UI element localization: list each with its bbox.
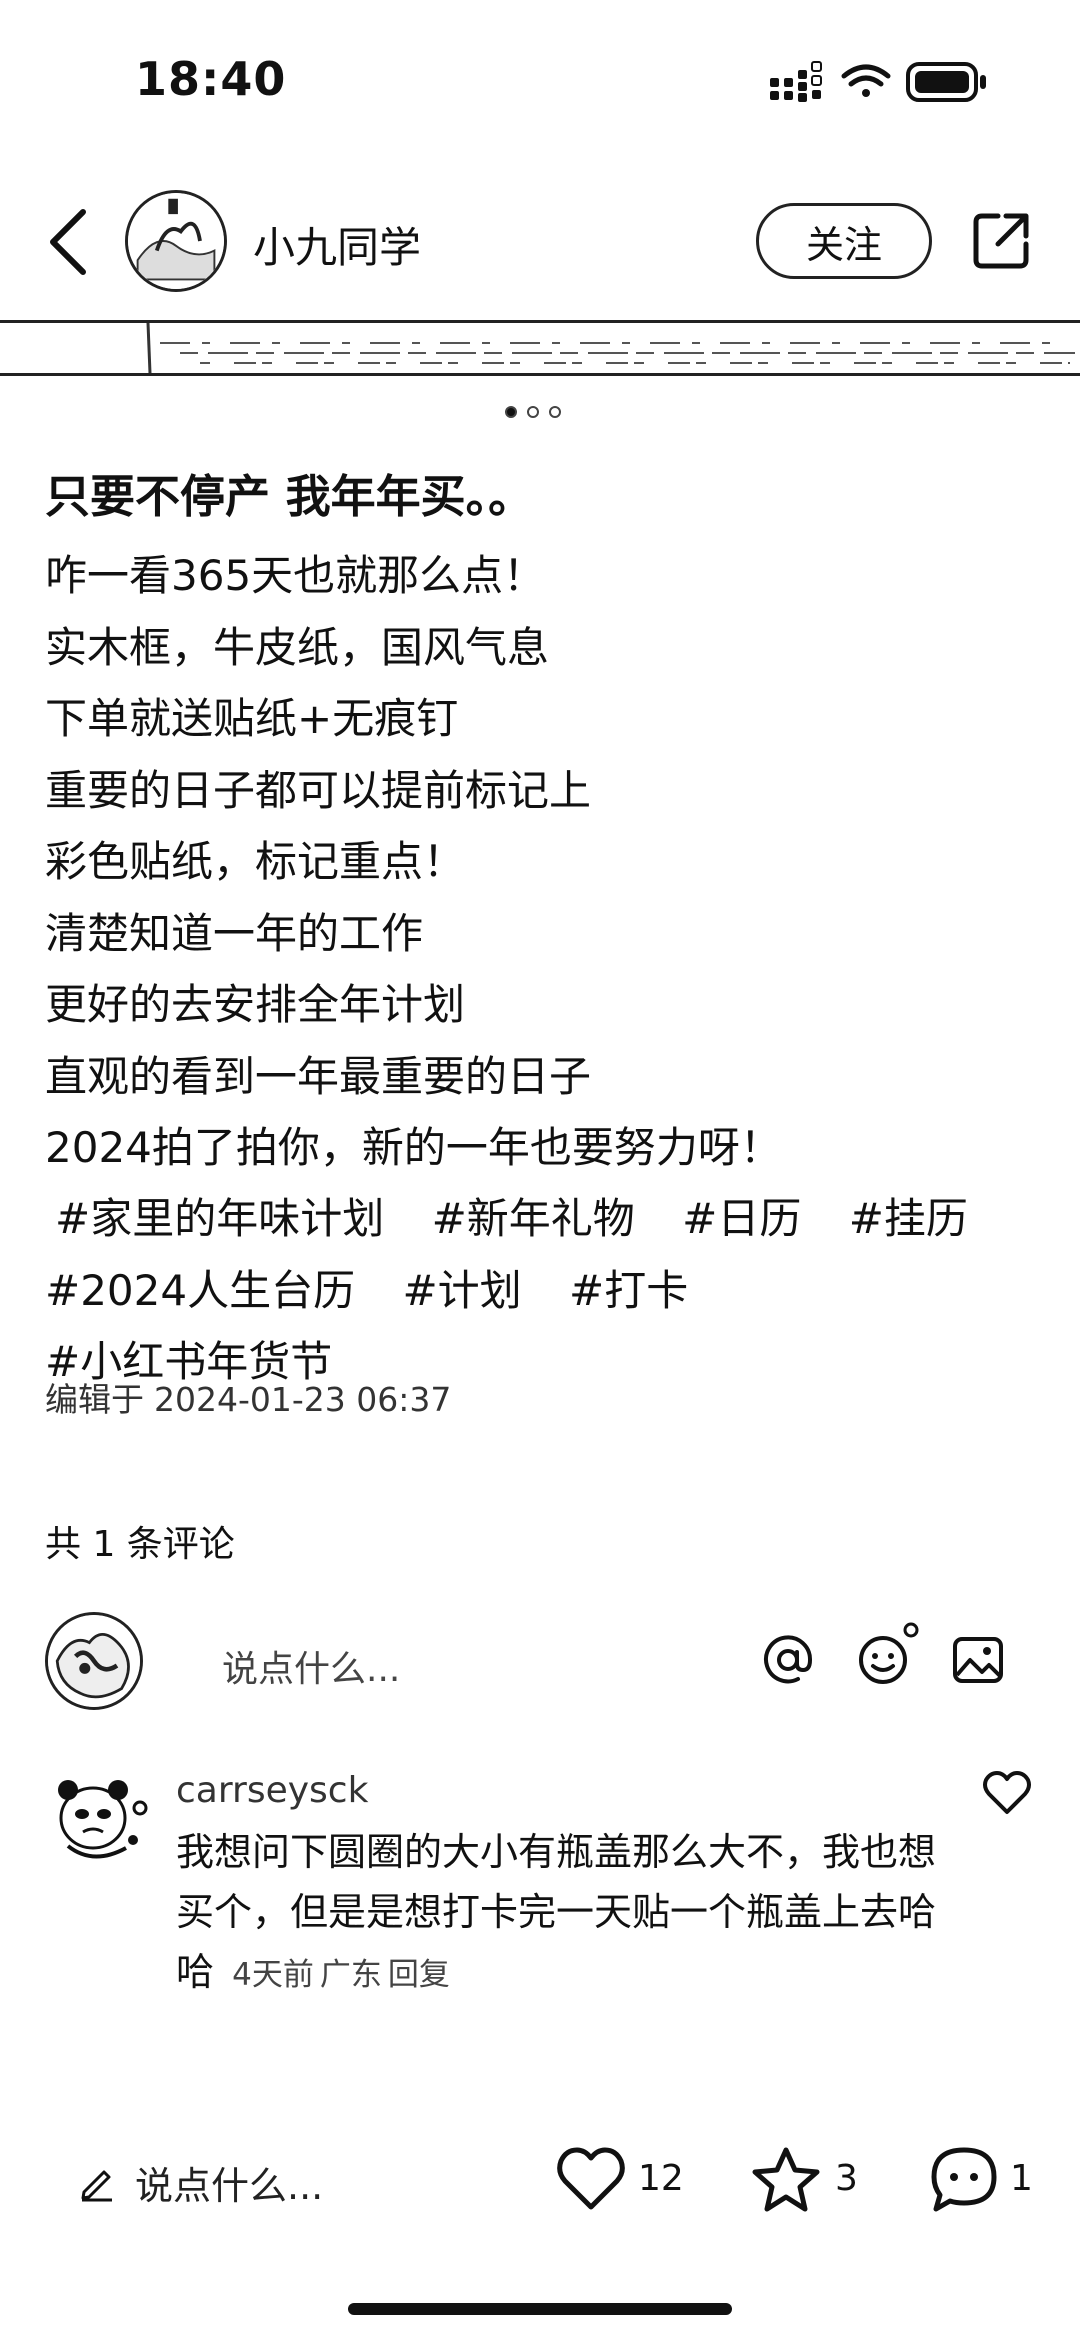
comment-icon[interactable] (928, 2145, 1000, 2213)
bottom-comment-input[interactable]: 说点什么... (135, 2155, 323, 2210)
post-line: 清楚知道一年的工作 (45, 908, 424, 958)
carousel-indicator (505, 406, 565, 420)
status-icons (770, 61, 986, 102)
hashtag-link[interactable]: #挂历 (849, 1194, 968, 1243)
post-line: 2024拍了拍你，新的一年也要努力呀！ (45, 1123, 782, 1172)
at-icon[interactable] (760, 1632, 816, 1688)
heart-icon[interactable] (555, 2145, 627, 2213)
author-avatar[interactable] (125, 190, 227, 292)
post-line: 直观的看到一年最重要的日子 (45, 1051, 592, 1101)
follow-button[interactable]: 关注 (756, 203, 932, 279)
edited-timestamp: 编辑于 2024-01-23 06:37 (45, 1373, 451, 1421)
image-icon[interactable] (950, 1632, 1006, 1688)
post-line: 重要的日子都可以提前标记上 (45, 765, 592, 815)
post-title: 只要不停产 我年年买。。 (45, 470, 534, 523)
emoji-icon[interactable] (855, 1622, 921, 1688)
reply-link[interactable]: 回复 (388, 1957, 450, 1993)
post-image-carousel[interactable] (0, 320, 1080, 376)
signal-icon (770, 61, 822, 102)
post-image (146, 323, 1075, 373)
carousel-dot (549, 406, 561, 418)
post-tags: #家里的年味计划 #新年礼物 #日历 #挂历 #2024人生台历 #计划 #打卡… (45, 1183, 1055, 1398)
comment-meta: 4天前 广东 回复 (226, 1957, 450, 1993)
comment-time: 4天前 (232, 1957, 314, 1993)
post-line: 更好的去安排全年计划 (45, 980, 466, 1029)
edited-label: 编辑于 (45, 1380, 144, 1419)
author-name[interactable]: 小九同学 (253, 214, 421, 275)
comment-location: 广东 (319, 1957, 382, 1993)
back-icon[interactable] (45, 208, 89, 276)
hashtag-link[interactable]: #2024人生台历 (45, 1266, 355, 1315)
battery-icon (906, 62, 986, 102)
favorite-count: 3 (835, 2158, 858, 2199)
commenter-name[interactable]: carrseysck (176, 1770, 368, 1811)
share-icon[interactable] (970, 210, 1032, 272)
hashtag-link[interactable]: #日历 (682, 1194, 801, 1243)
carousel-dot-active (505, 406, 517, 418)
hashtag-link[interactable]: #计划 (402, 1266, 521, 1315)
home-indicator[interactable] (348, 2303, 732, 2315)
post-body: 咋一看365天也就那么点！ 实木框，牛皮纸，国风气息 下单就送贴纸+无痕钉 重要… (45, 540, 1045, 1184)
comment-input[interactable]: 说点什么... (222, 1640, 400, 1692)
like-count: 12 (638, 2158, 684, 2199)
comment-like-icon[interactable] (982, 1770, 1032, 1816)
hashtag-link[interactable]: #家里的年味计划 (55, 1194, 384, 1243)
status-time: 18:40 (135, 52, 287, 106)
post-line: 实木框，牛皮纸，国风气息 (45, 622, 550, 672)
post-line: 下单就送贴纸+无痕钉 (45, 694, 459, 743)
commenter-avatar[interactable] (48, 1768, 153, 1868)
star-icon[interactable] (750, 2145, 822, 2213)
wifi-icon (841, 64, 891, 97)
post-line: 咋一看365天也就那么点！ (45, 551, 546, 600)
pen-icon (81, 2170, 112, 2202)
comment-body: 我想问下圆圈的大小有瓶盖那么大不，我也想买个，但是是想打卡完一天贴一个瓶盖上去哈… (176, 1822, 946, 2005)
edited-time: 2024-01-23 06:37 (154, 1380, 452, 1419)
post-line: 彩色贴纸，标记重点！ (45, 837, 466, 886)
hashtag-link[interactable]: #打卡 (569, 1266, 688, 1315)
hashtag-link[interactable]: #新年礼物 (432, 1194, 635, 1243)
my-avatar (45, 1612, 143, 1710)
carousel-dot (527, 406, 539, 418)
comment-total: 1 (1010, 2158, 1033, 2199)
comment-count: 共 1 条评论 (45, 1524, 235, 1565)
